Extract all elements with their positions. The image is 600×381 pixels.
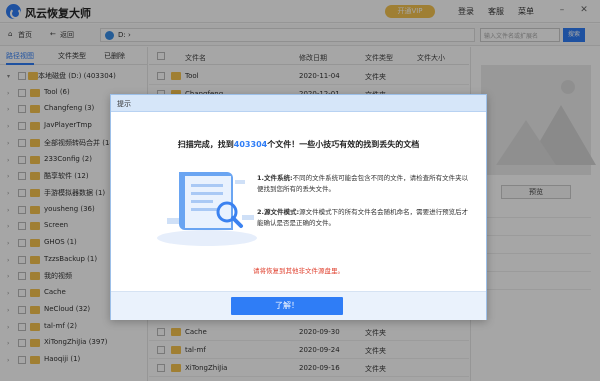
file-count: 403304 [233, 140, 268, 149]
warning-text: 请将恢复到其他非文件源盘里。 [253, 267, 344, 275]
dialog-title: 提示 [117, 100, 131, 108]
ok-button[interactable]: 了解！ [231, 297, 343, 315]
dialog-message: 扫描完成，找到403304个文件！一些小技巧有效的找到丢失的文档 [111, 139, 486, 150]
tip-file-system: 1.文件系统:不同的文件系统可能会包含不同的文件，请检查所有文件夹以便找到您所有… [257, 173, 472, 195]
document-search-icon [157, 172, 257, 246]
tip2-title: 2.源文件模式: [257, 208, 300, 216]
scan-complete-dialog: 提示 扫描完成，找到403304个文件！一些小技巧有效的找到丢失的文档 1.文件… [110, 94, 487, 320]
dialog-header: 提示 [111, 95, 486, 112]
tip-source-mode: 2.源文件模式:源文件模式下的所有文件名会随机命名，需要进行预览后才能确认是否是… [257, 207, 472, 229]
dialog-footer: 了解！ [111, 291, 486, 320]
message-suffix: 个文件！一些小技巧有效的找到丢失的文档 [267, 140, 420, 149]
message-prefix: 扫描完成，找到 [177, 140, 234, 149]
tip1-title: 1.文件系统: [257, 174, 293, 182]
